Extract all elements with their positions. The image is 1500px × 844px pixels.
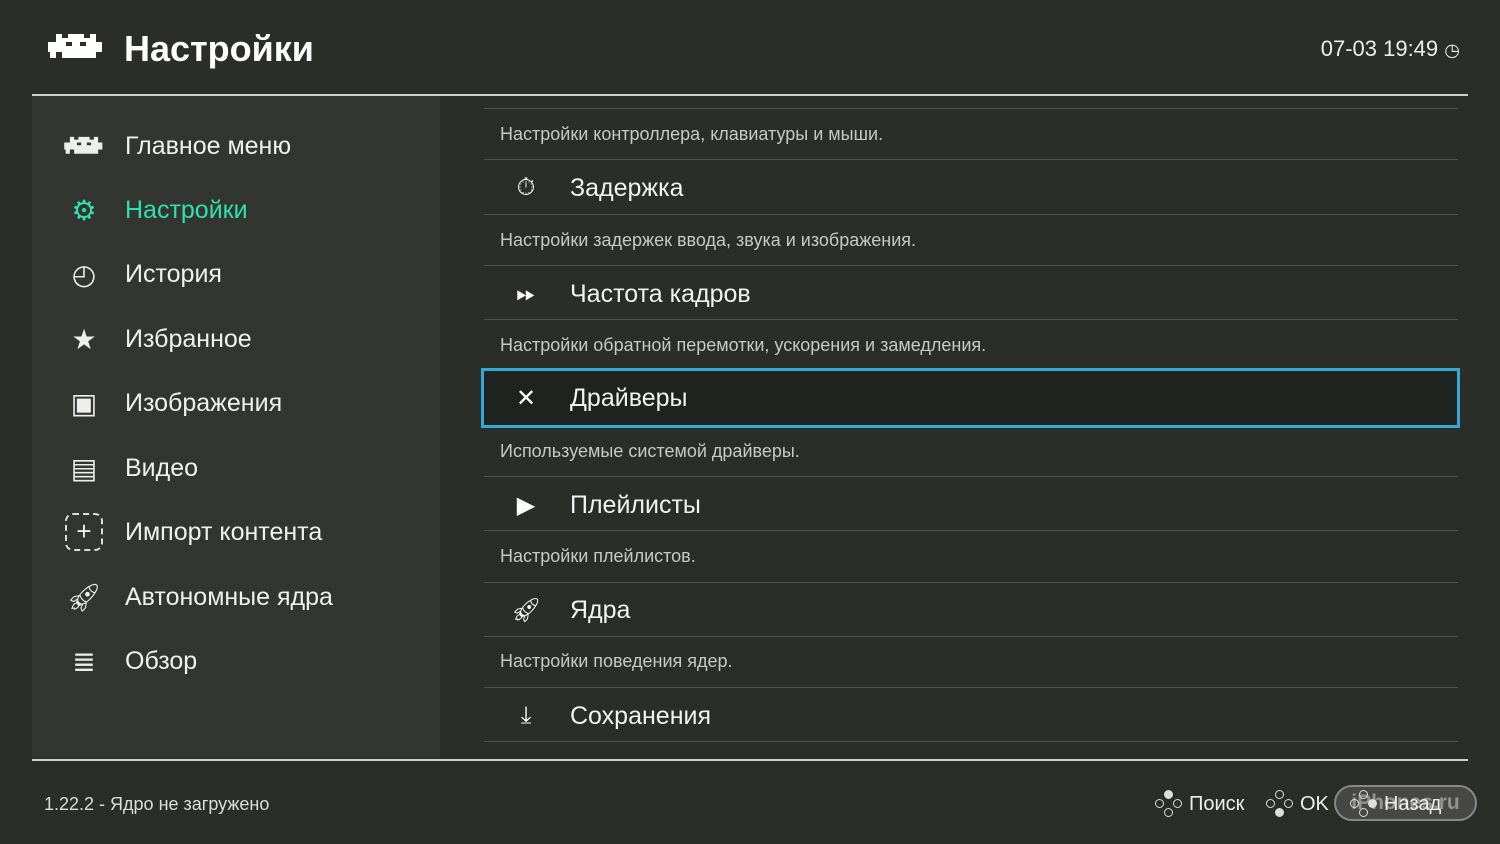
item-description: Настройки контроллера, клавиатуры и мыши… — [500, 124, 884, 144]
version-status: 1.22.2 - Ядро не загружено — [44, 794, 270, 814]
sidebar: Главное меню ⚙ Настройки ◴ История ★ Избран… — [32, 96, 440, 758]
fast-forward-icon: ⏩︎ — [516, 280, 536, 307]
rocket-icon: 🚀︎ — [66, 581, 102, 613]
divider — [484, 476, 1458, 477]
divider — [484, 636, 1458, 637]
settings-list: Настройки контроллера, клавиатуры и мыши… — [440, 96, 1500, 758]
divider — [484, 530, 1458, 531]
sidebar-item-label: Изображения — [125, 388, 283, 417]
download-icon: ⤓ — [520, 702, 532, 729]
item-label: Частота кадров — [570, 279, 751, 308]
divider — [484, 582, 1458, 583]
sidebar-item-images[interactable]: ▣ Изображения — [32, 375, 440, 431]
back-button[interactable]: Назад — [1350, 790, 1441, 818]
history-icon: ◴ — [71, 258, 97, 290]
divider — [484, 265, 1458, 266]
divider — [484, 159, 1458, 160]
item-description: Настройки обратной перемотки, ускорения … — [500, 335, 987, 355]
rocket-icon: 🚀︎ — [510, 596, 542, 624]
back-label: Назад — [1384, 792, 1442, 815]
sidebar-item-label: Главное меню — [125, 131, 292, 160]
retroarch-logo-icon — [48, 34, 102, 58]
sidebar-item-label: История — [125, 259, 222, 288]
gamepad-buttons-icon — [1155, 790, 1183, 818]
divider — [484, 687, 1458, 688]
footer-divider — [32, 759, 1468, 761]
menu-item-cores[interactable]: 🚀︎ Ядра — [484, 584, 1458, 636]
ok-button[interactable]: OK — [1266, 790, 1329, 818]
file-play-icon: ▶ — [516, 491, 536, 519]
sidebar-item-history[interactable]: ◴ История — [32, 246, 440, 302]
footer: 1.22.2 - Ядро не загружено Поиск OK Наза… — [0, 762, 1500, 844]
sidebar-item-main-menu[interactable]: Главное меню — [32, 118, 440, 174]
tools-icon: ✕ — [515, 384, 537, 412]
search-button[interactable]: Поиск — [1155, 790, 1244, 818]
item-label: Драйверы — [570, 383, 688, 412]
sidebar-item-label: Импорт контента — [125, 517, 323, 546]
divider — [484, 214, 1458, 215]
sidebar-item-browse[interactable]: ≣ Обзор — [32, 633, 440, 689]
stopwatch-icon: ⏱︎ — [516, 174, 536, 201]
sidebar-item-favorites[interactable]: ★ Избранное — [32, 311, 440, 367]
item-description: Настройки плейлистов. — [500, 546, 696, 566]
clock: 07-03 19:49 ◷ — [1321, 36, 1460, 62]
sidebar-item-label: Избранное — [125, 324, 252, 353]
sidebar-item-label: Автономные ядра — [125, 582, 333, 611]
image-icon: ▣ — [70, 387, 98, 419]
clock-text: 07-03 19:49 — [1320, 36, 1439, 61]
menu-item-playlists[interactable]: ▶ Плейлисты — [484, 479, 1458, 531]
database-icon: ≣ — [72, 645, 96, 677]
menu-item-saving[interactable]: ⤓ Сохранения — [484, 690, 1458, 742]
gamepad-buttons-icon — [1266, 790, 1294, 818]
menu-item-frame-throttle[interactable]: ⏩︎ Частота кадров — [484, 268, 1458, 320]
divider — [484, 741, 1458, 742]
divider — [484, 319, 1458, 320]
sidebar-item-label: Видео — [125, 453, 199, 482]
sidebar-item-video[interactable]: ▤ Видео — [32, 440, 440, 496]
sidebar-item-label: Обзор — [125, 646, 198, 675]
header: Настройки 07-03 19:49 ◷ — [0, 0, 1500, 95]
item-description: Настройки поведения ядер. — [500, 651, 733, 671]
sidebar-item-settings[interactable]: ⚙ Настройки — [32, 182, 440, 238]
item-label: Задержка — [570, 173, 684, 202]
film-icon: ▤ — [70, 452, 98, 484]
clock-icon: ◷ — [1444, 40, 1460, 60]
item-label: Сохранения — [570, 701, 712, 730]
item-label: Плейлисты — [570, 490, 701, 519]
divider — [484, 108, 1458, 109]
search-label: Поиск — [1189, 792, 1245, 815]
ok-label: OK — [1300, 792, 1329, 815]
page-title: Настройки — [124, 28, 314, 69]
invader-icon — [64, 126, 104, 166]
sidebar-item-label: Настройки — [125, 195, 248, 224]
gamepad-buttons-icon — [1350, 790, 1378, 818]
star-icon: ★ — [71, 323, 97, 355]
gear-icon: ⚙ — [71, 194, 97, 226]
item-description: Используемые системой драйверы. — [500, 441, 800, 461]
sidebar-item-import[interactable]: + Импорт контента — [32, 504, 440, 560]
menu-item-latency[interactable]: ⏱︎ Задержка — [484, 162, 1458, 214]
menu-item-drivers[interactable]: ✕ Драйверы — [481, 368, 1460, 428]
item-label: Ядра — [570, 595, 631, 624]
plus-icon: + — [64, 512, 104, 552]
sidebar-item-standalone-cores[interactable]: 🚀︎ Автономные ядра — [32, 569, 440, 625]
item-description: Настройки задержек ввода, звука и изобра… — [500, 230, 917, 250]
